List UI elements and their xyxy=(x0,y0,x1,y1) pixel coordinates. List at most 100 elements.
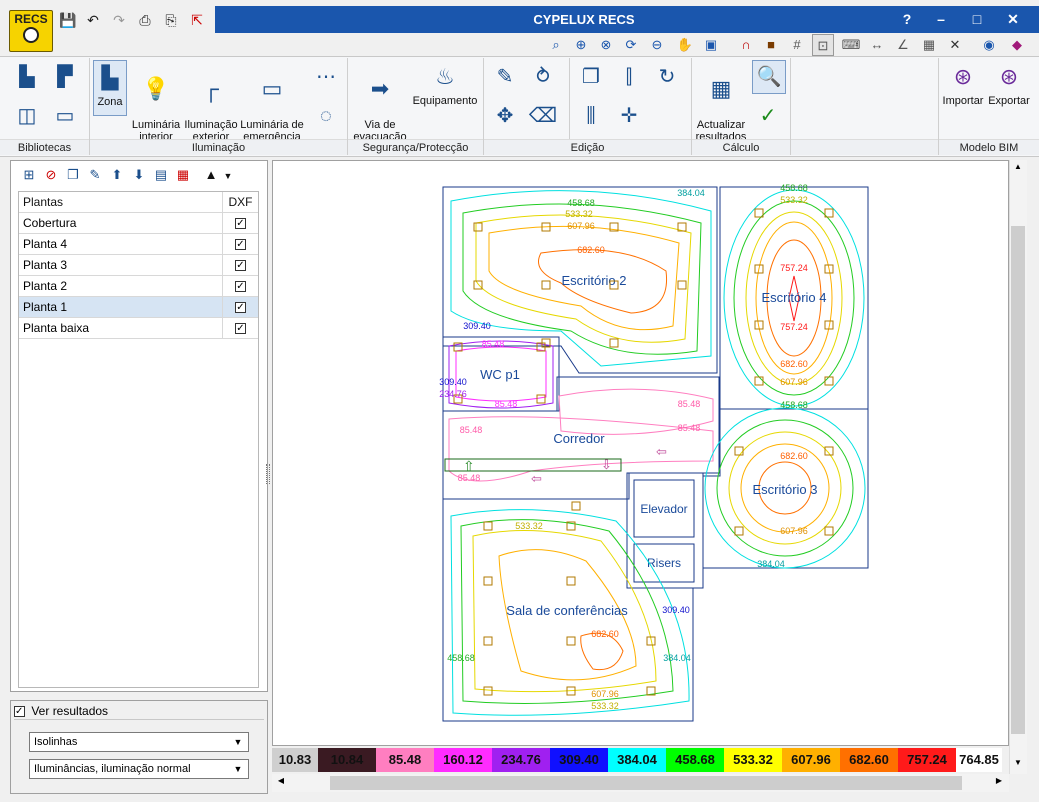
importar-button[interactable]: ⊛ Importar xyxy=(942,62,984,107)
luminaire-marker[interactable] xyxy=(677,280,687,290)
scroll-up-icon[interactable]: ▲ xyxy=(1010,162,1026,176)
planta-row[interactable]: Planta 2 ✓ xyxy=(19,276,258,297)
scroll-right-icon[interactable]: ▶ xyxy=(992,776,1006,790)
luminaria-emergencia-button[interactable]: ▭ Luminária de emergência xyxy=(240,62,304,143)
dxf-checkbox[interactable]: ✓ xyxy=(235,323,246,335)
equipamento-button[interactable]: ♨ Equipamento xyxy=(412,62,478,107)
luminaire-marker[interactable] xyxy=(824,526,834,536)
layers-icon[interactable]: ▦ xyxy=(918,34,940,56)
circular-array-icon[interactable]: ◌ xyxy=(311,101,341,131)
library-luminaire-icon[interactable]: ◫ xyxy=(12,101,42,131)
dxf-checkbox[interactable]: ✓ xyxy=(235,239,246,251)
globe-icon[interactable]: ◉ xyxy=(978,34,1000,56)
dimension-icon[interactable]: ↔ xyxy=(866,34,888,56)
actualizar-resultados-button[interactable]: ▦ Actualizar resultados xyxy=(694,62,748,143)
angle-icon[interactable]: ∠ xyxy=(892,34,914,56)
ver-resultados-checkbox[interactable]: ✓ xyxy=(14,706,25,718)
add-floor-icon[interactable]: ⊞ xyxy=(18,164,40,186)
delete-floor-icon[interactable]: ⊘ xyxy=(40,164,62,186)
splitter-grip[interactable] xyxy=(266,464,270,484)
arrow-up-icon[interactable]: ⬆ xyxy=(106,164,128,186)
tools-icon[interactable]: ✕ xyxy=(944,34,966,56)
results-quantity-select[interactable]: Iluminâncias, iluminação normal ▼ xyxy=(29,759,249,779)
luminaire-marker[interactable] xyxy=(536,394,546,404)
maximize-button[interactable]: □ xyxy=(960,6,994,33)
luminaire-marker[interactable] xyxy=(754,376,764,386)
luminaire-marker[interactable] xyxy=(473,280,483,290)
magnifier-icon[interactable]: 🔍 xyxy=(752,60,786,94)
export-icon[interactable]: ⇱ xyxy=(186,10,208,30)
pan-hand-icon[interactable]: ✋ xyxy=(674,34,696,56)
align-icon[interactable]: ⫼ xyxy=(576,101,606,131)
luminaire-marker[interactable] xyxy=(734,446,744,456)
snap-point-icon[interactable]: ⊡ xyxy=(812,34,834,56)
rotate-icon[interactable]: ↻ xyxy=(652,62,682,92)
undo-icon[interactable]: ↶ xyxy=(82,10,104,30)
refresh-view-icon[interactable]: ⟳ xyxy=(620,34,642,56)
collapse-up-icon[interactable]: ▲ xyxy=(200,164,222,186)
planta-row[interactable]: Planta 4 ✓ xyxy=(19,234,258,255)
minimize-button[interactable]: – xyxy=(924,6,958,33)
help-button[interactable]: ? xyxy=(890,6,924,33)
vertical-scroll-thumb[interactable] xyxy=(1011,226,1025,734)
mirror-icon[interactable]: ⫿ xyxy=(614,62,644,92)
drawing-canvas[interactable]: Escritório 2 Escritório 4 WC p1 Corredor… xyxy=(272,160,1009,746)
rotate-anchor-icon[interactable]: ⥁ xyxy=(528,62,558,92)
zoom-out-icon[interactable]: ⊖ xyxy=(646,34,668,56)
magnet-icon[interactable]: ∩ xyxy=(735,34,757,56)
luminaire-marker[interactable] xyxy=(483,686,493,696)
zona-button[interactable]: ▙ Zona xyxy=(93,60,127,116)
dxf-checkbox[interactable]: ✓ xyxy=(235,302,246,314)
move-arrows-icon[interactable]: ✛ xyxy=(614,101,644,131)
zoom-window-icon[interactable]: ⌕ xyxy=(545,34,567,56)
luminaire-marker[interactable] xyxy=(483,521,493,531)
iluminacao-exterior-button[interactable]: ┌ Iluminação exterior xyxy=(184,62,238,143)
move-icon[interactable]: ✥ xyxy=(490,101,520,131)
luminaire-marker[interactable] xyxy=(566,636,576,646)
menu-down-icon[interactable]: ▼ xyxy=(222,165,234,187)
via-evacuacao-button[interactable]: ➡ Via de evacuação xyxy=(351,62,409,143)
planta-row[interactable]: Planta 1 ✓ xyxy=(19,297,258,318)
scroll-left-icon[interactable]: ◀ xyxy=(274,776,288,790)
scroll-down-icon[interactable]: ▼ xyxy=(1010,758,1026,772)
check-error-icon[interactable]: ✓ xyxy=(753,101,783,131)
luminaire-marker[interactable] xyxy=(473,222,483,232)
luminaire-marker[interactable] xyxy=(571,501,581,511)
library-emergency-icon[interactable]: ▭ xyxy=(50,101,80,131)
arrow-down-icon[interactable]: ⬇ xyxy=(128,164,150,186)
luminaire-marker[interactable] xyxy=(734,526,744,536)
eraser-icon[interactable]: ⌫ xyxy=(528,101,558,131)
luminaire-marker[interactable] xyxy=(541,280,551,290)
luminaire-marker[interactable] xyxy=(609,338,619,348)
room-escritorio-3[interactable]: Escritório 3 xyxy=(702,407,869,569)
dxf-checkbox[interactable]: ✓ xyxy=(235,260,246,272)
luminaire-marker[interactable] xyxy=(483,636,493,646)
redo-icon[interactable]: ↷ xyxy=(108,10,130,30)
luminaire-marker[interactable] xyxy=(566,576,576,586)
copy-floor-icon[interactable]: ❐ xyxy=(62,164,84,186)
keyboard-icon[interactable]: ⌨ xyxy=(840,34,862,56)
dxf-import-icon[interactable]: ▤ xyxy=(150,164,172,186)
results-mode-select[interactable]: Isolinhas ▼ xyxy=(29,732,249,752)
app-logo[interactable]: RECS xyxy=(9,10,53,52)
planta-row[interactable]: Cobertura ✓ xyxy=(19,213,258,234)
room-escritorio-4[interactable]: Escritório 4 xyxy=(719,186,869,410)
exportar-button[interactable]: ⊛ Exportar xyxy=(986,62,1032,107)
room-risers[interactable]: Risers xyxy=(633,543,695,583)
print-icon[interactable]: ⎙ xyxy=(134,10,156,30)
square-snap-icon[interactable]: ■ xyxy=(760,34,782,56)
grid-icon[interactable]: # xyxy=(786,34,808,56)
dxf-grid-icon[interactable]: ▦ xyxy=(172,164,194,186)
luminaire-marker[interactable] xyxy=(824,376,834,386)
room-elevador[interactable]: Elevador xyxy=(626,472,704,589)
room-corredor[interactable]: Corredor ⇧ ⇦ ⇩ ⇦ xyxy=(442,376,720,500)
dxf-checkbox[interactable]: ✓ xyxy=(235,281,246,293)
library-floor-icon[interactable]: ▙ xyxy=(12,62,42,92)
zoom-all-icon[interactable]: ⊕ xyxy=(570,34,592,56)
ver-resultados-toggle[interactable]: ✓ Ver resultados xyxy=(14,704,264,720)
copy-icon[interactable]: ❐ xyxy=(576,62,606,92)
linear-array-icon[interactable]: ⋯ xyxy=(311,62,341,92)
save-icon[interactable]: 💾 xyxy=(57,10,79,30)
luminaria-interior-button[interactable]: 💡 Luminária interior xyxy=(130,62,182,143)
horizontal-scroll-thumb[interactable] xyxy=(330,776,962,790)
